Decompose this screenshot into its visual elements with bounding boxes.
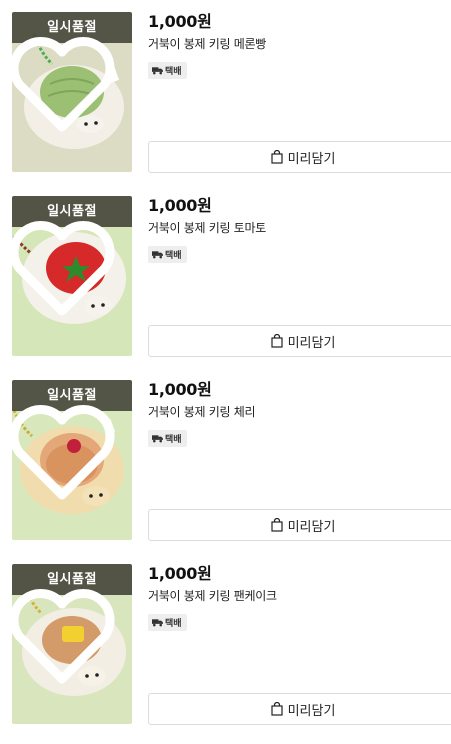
- shipping-badge-label: 택배: [165, 251, 182, 261]
- heart-icon[interactable]: [12, 12, 122, 162]
- product-name[interactable]: 거북이 봉제 키링 체리: [148, 404, 451, 420]
- shopping-bag-icon: [270, 334, 283, 348]
- heart-icon[interactable]: [12, 196, 122, 346]
- heart-icon[interactable]: [12, 564, 122, 714]
- shipping-badge-label: 택배: [165, 619, 182, 629]
- product-price: 1,000원: [148, 564, 212, 583]
- shipping-badge: 택배: [148, 62, 187, 79]
- heart-icon[interactable]: [12, 380, 122, 530]
- shipping-badge-label: 택배: [165, 67, 182, 77]
- product-price: 1,000원: [148, 12, 212, 31]
- pre-cart-button[interactable]: 미리담기: [148, 693, 451, 725]
- shipping-badge: 택배: [148, 430, 187, 447]
- pre-cart-button[interactable]: 미리담기: [148, 509, 451, 541]
- product-image[interactable]: 일시품절: [12, 12, 132, 172]
- product-name[interactable]: 거북이 봉제 키링 토마토: [148, 220, 451, 236]
- product-price: 1,000원: [148, 196, 212, 215]
- shipping-badge: 택배: [148, 246, 187, 263]
- product-card[interactable]: 일시품절 1,000원 거북이 봉제 키링 팬케이크 택배 미리담기: [0, 552, 451, 725]
- shopping-bag-icon: [270, 518, 283, 532]
- pre-cart-button-label: 미리담기: [287, 151, 336, 167]
- truck-icon: [152, 251, 163, 259]
- product-image[interactable]: 일시품절: [12, 196, 132, 356]
- truck-icon: [152, 67, 163, 75]
- pre-cart-button[interactable]: 미리담기: [148, 141, 451, 173]
- pre-cart-button-label: 미리담기: [287, 519, 336, 535]
- shipping-badge: 택배: [148, 614, 187, 631]
- pre-cart-button-label: 미리담기: [287, 703, 336, 719]
- truck-icon: [152, 619, 163, 627]
- product-list: 일시품절 1,000원 거북이 봉제 키링 메론빵 택배 미리담기 일시품절 1…: [0, 0, 451, 744]
- product-image[interactable]: 일시품절: [12, 380, 132, 540]
- pre-cart-button-label: 미리담기: [287, 335, 336, 351]
- product-card[interactable]: 일시품절 1,000원 거북이 봉제 키링 메론빵 택배 미리담기: [0, 0, 451, 173]
- truck-icon: [152, 435, 163, 443]
- shipping-badge-label: 택배: [165, 435, 182, 445]
- product-name[interactable]: 거북이 봉제 키링 메론빵: [148, 36, 451, 52]
- pre-cart-button[interactable]: 미리담기: [148, 325, 451, 357]
- product-image[interactable]: 일시품절: [12, 564, 132, 724]
- product-card[interactable]: 일시품절 1,000원 거북이 봉제 키링 체리 택배 미리담기: [0, 368, 451, 541]
- product-price: 1,000원: [148, 380, 212, 399]
- product-name[interactable]: 거북이 봉제 키링 팬케이크: [148, 588, 451, 604]
- product-card[interactable]: 일시품절 1,000원 거북이 봉제 키링 토마토 택배 미리담기: [0, 184, 451, 357]
- shopping-bag-icon: [270, 702, 283, 716]
- shopping-bag-icon: [270, 150, 283, 164]
